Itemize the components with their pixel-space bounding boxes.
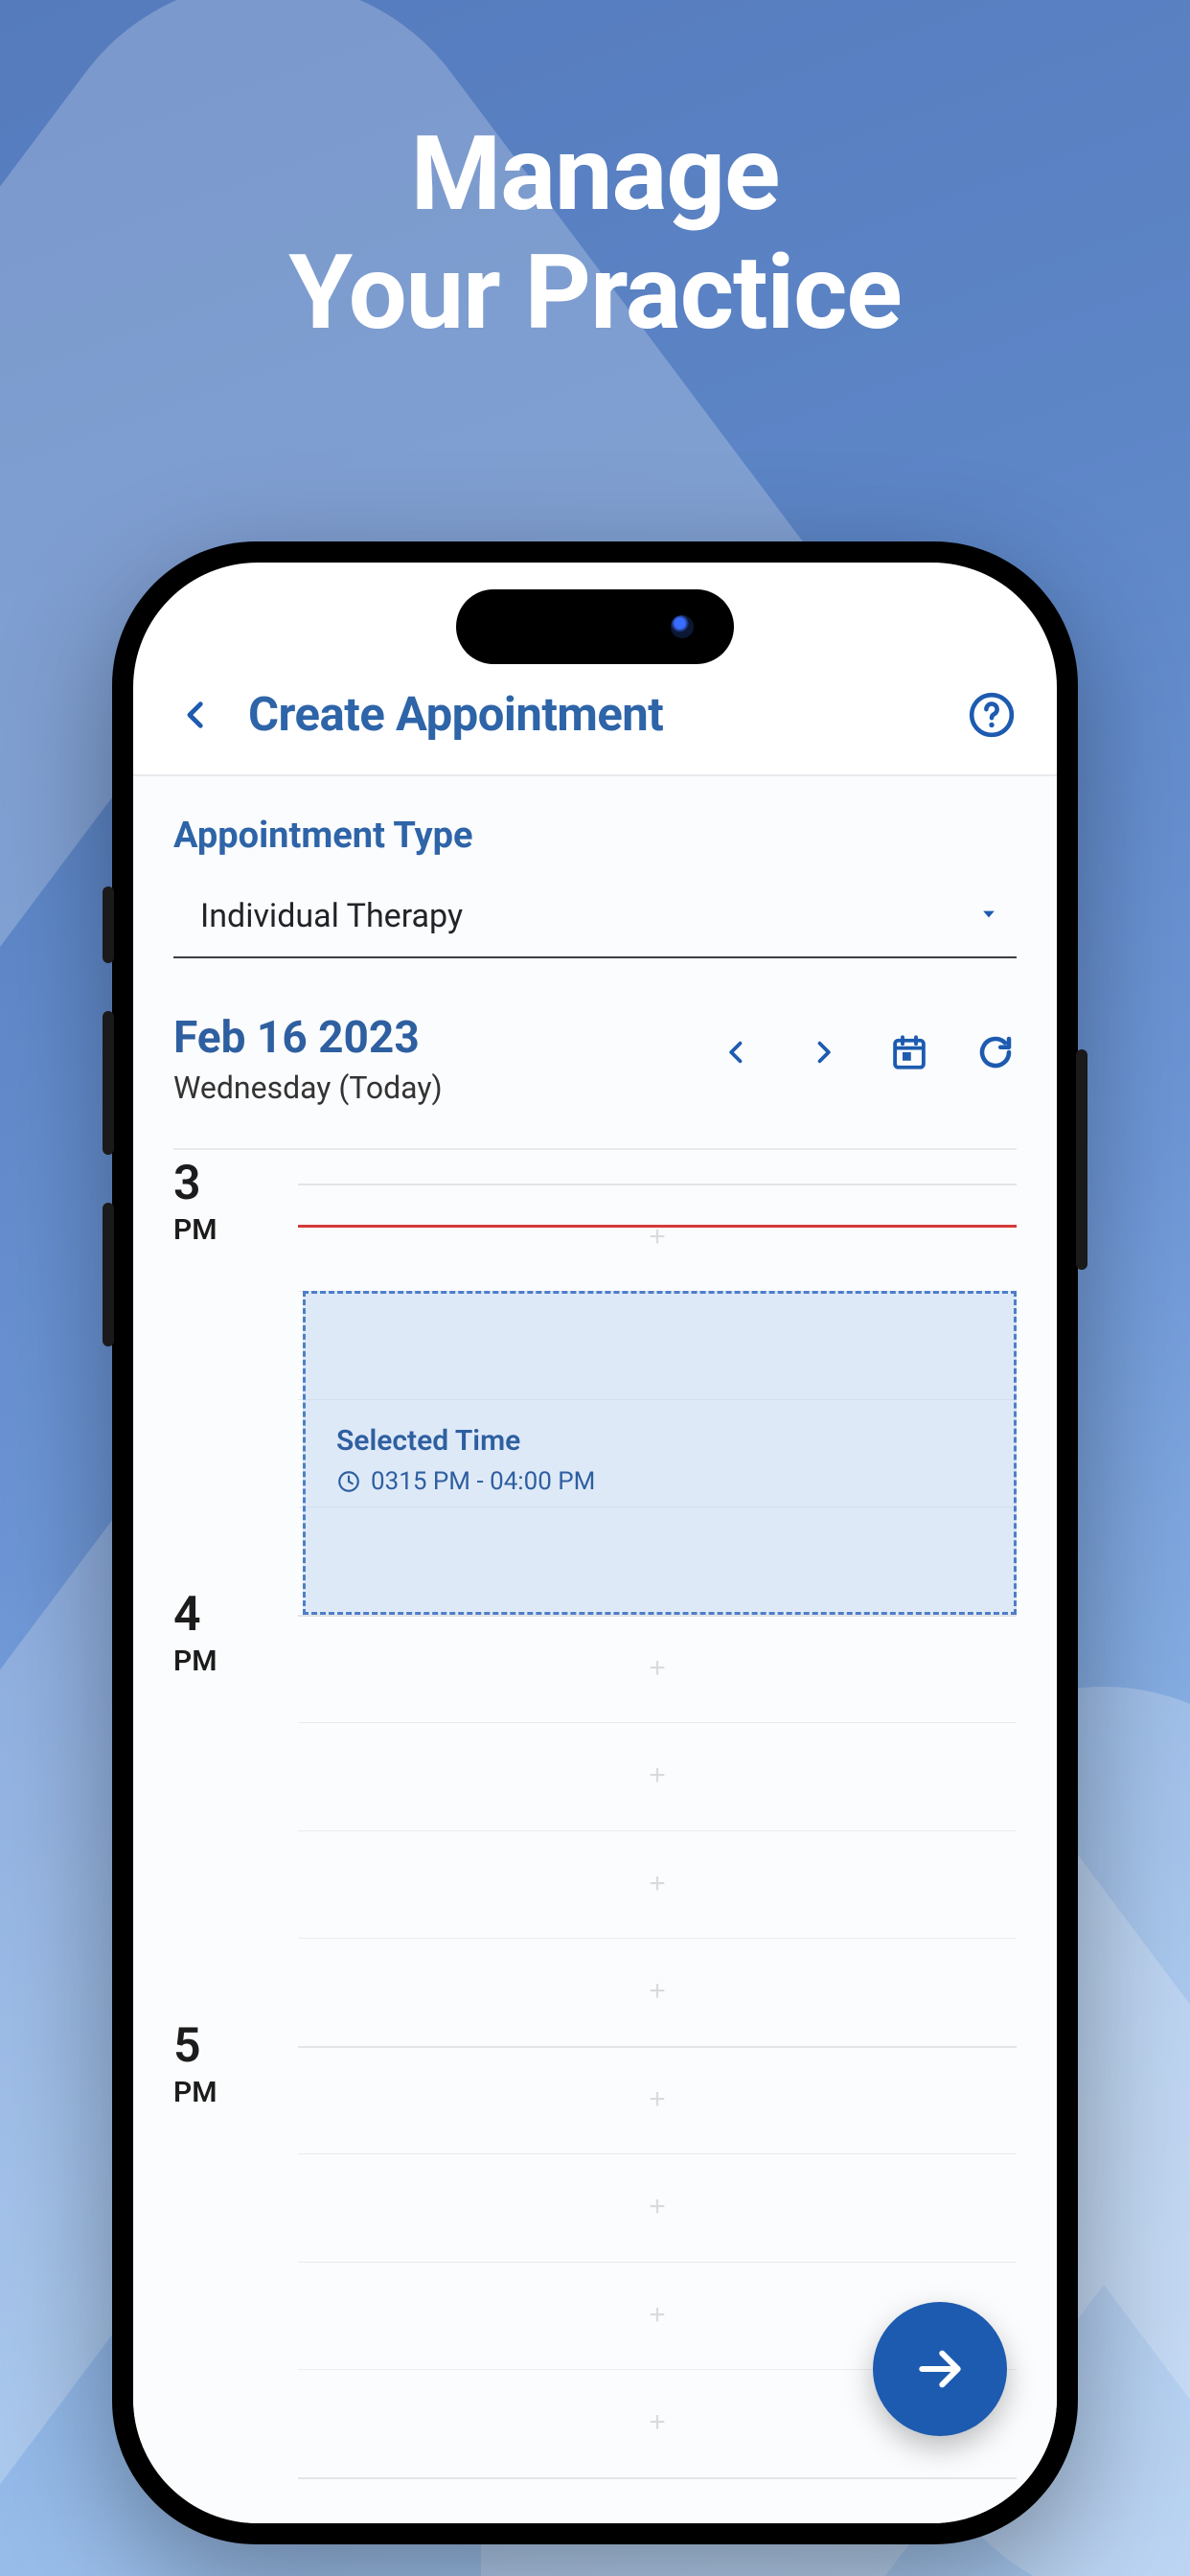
prev-day-button[interactable] xyxy=(716,1031,758,1073)
add-slot-icon: + xyxy=(649,1868,666,1900)
selected-time-range: 0315 PM - 04:00 PM xyxy=(336,1467,983,1496)
date-main: Feb 16 2023 xyxy=(173,1012,443,1064)
date-sub: Wednesday (Today) xyxy=(173,1070,443,1106)
chevron-right-icon xyxy=(810,1033,836,1071)
grid-line xyxy=(298,1615,1017,1617)
content-area: Appointment Type Individual Therapy Feb … xyxy=(133,776,1057,2523)
chevron-left-icon xyxy=(723,1033,750,1071)
grid-line xyxy=(298,1184,1017,1185)
phone-power-button xyxy=(1076,1049,1087,1270)
grid-line xyxy=(298,2477,1017,2479)
next-button[interactable] xyxy=(873,2302,1007,2436)
phone-side-button xyxy=(103,886,114,963)
date-block: Feb 16 2023 Wednesday (Today) xyxy=(173,1012,443,1106)
grid-line xyxy=(298,1938,1017,1939)
calendar-icon xyxy=(889,1032,929,1072)
appointment-type-select[interactable]: Individual Therapy xyxy=(173,884,1017,958)
back-button[interactable] xyxy=(173,692,219,738)
add-slot-icon: + xyxy=(649,2191,666,2223)
hour-label: 3PM xyxy=(173,1160,269,1247)
time-grid[interactable]: + + + + + + + + + Selected Time xyxy=(298,1150,1017,2490)
headline: Manage Your Practice xyxy=(0,115,1190,353)
date-actions xyxy=(716,1012,1017,1073)
headline-line-2: Your Practice xyxy=(0,234,1190,353)
selected-time-title: Selected Time xyxy=(336,1424,983,1458)
add-slot-icon: + xyxy=(649,2406,666,2439)
calendar-grid[interactable]: 3PM 4PM 5PM xyxy=(173,1148,1017,2490)
phone-volume-down xyxy=(103,1203,114,1346)
grid-line xyxy=(298,2153,1017,2154)
add-slot-icon: + xyxy=(649,1760,666,1792)
grid-line xyxy=(298,1830,1017,1831)
grid-line xyxy=(298,2262,1017,2263)
marketing-background: Manage Your Practice Create Appointment … xyxy=(0,0,1190,2576)
add-slot-icon: + xyxy=(649,1652,666,1685)
chevron-left-icon xyxy=(180,690,213,740)
appointment-type-label: Appointment Type xyxy=(173,815,1017,857)
add-slot-icon: + xyxy=(649,2083,666,2116)
phone-volume-up xyxy=(103,1011,114,1155)
refresh-icon xyxy=(975,1032,1016,1072)
clock-icon xyxy=(336,1469,361,1494)
now-indicator xyxy=(298,1225,1017,1228)
help-button[interactable] xyxy=(967,690,1017,740)
appointment-type-value: Individual Therapy xyxy=(200,897,463,935)
caret-down-icon xyxy=(976,902,1001,931)
help-circle-icon xyxy=(968,691,1016,739)
refresh-button[interactable] xyxy=(974,1031,1017,1073)
front-camera xyxy=(671,615,694,638)
add-slot-icon: + xyxy=(649,1975,666,2008)
arrow-right-icon xyxy=(913,2342,967,2396)
grid-line xyxy=(298,2046,1017,2048)
selected-time-block[interactable]: Selected Time 0315 PM - 04:00 PM xyxy=(303,1291,1017,1615)
calendar-button[interactable] xyxy=(888,1031,930,1073)
headline-line-1: Manage xyxy=(0,115,1190,234)
page-title: Create Appointment xyxy=(248,687,663,742)
hour-label: 5PM xyxy=(173,2022,269,2109)
hour-label: 4PM xyxy=(173,1591,269,1678)
next-day-button[interactable] xyxy=(802,1031,844,1073)
phone-screen: Create Appointment Appointment Type Indi… xyxy=(133,563,1057,2523)
date-row: Feb 16 2023 Wednesday (Today) xyxy=(173,1012,1017,1106)
phone-frame: Create Appointment Appointment Type Indi… xyxy=(112,541,1078,2544)
grid-line xyxy=(298,1722,1017,1723)
add-slot-icon: + xyxy=(649,2299,666,2332)
dynamic-island xyxy=(456,589,734,664)
